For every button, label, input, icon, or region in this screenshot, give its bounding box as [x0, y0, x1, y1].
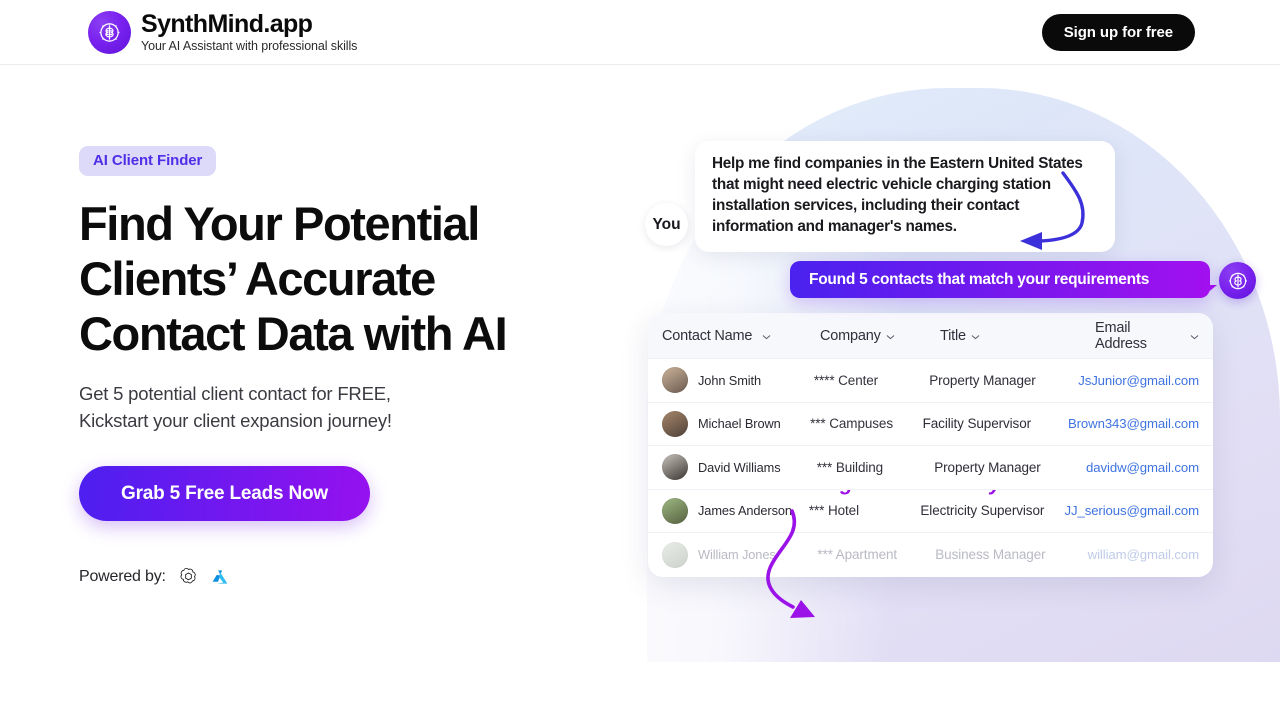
column-label: Company — [820, 327, 881, 344]
you-avatar-chip: You — [645, 203, 688, 246]
avatar — [662, 497, 688, 524]
powered-by-label: Powered by: — [79, 567, 166, 585]
contact-name-text: James Anderson — [698, 503, 792, 519]
brand-title: SynthMind.app — [141, 10, 313, 39]
contact-name-text: Michael Brown — [698, 416, 781, 432]
page-root: SynthMind.app Your AI Assistant with pro… — [0, 0, 1280, 720]
brand-tagline: Your AI Assistant with professional skil… — [141, 38, 358, 53]
cell-email[interactable]: davidw@gmail.com — [1086, 460, 1199, 475]
chevron-down-icon[interactable] — [886, 328, 895, 344]
brand-logo[interactable]: SynthMind.app Your AI Assistant with pro… — [88, 11, 357, 54]
column-label: Email Address — [1095, 319, 1147, 352]
table-row[interactable]: Michael Brown *** Campuses Facility Supe… — [648, 403, 1213, 446]
ai-message-bubble: Found 5 contacts that match your require… — [790, 261, 1217, 298]
powered-by: Powered by: — [79, 567, 599, 586]
column-header-contact-name[interactable]: Contact Name — [662, 328, 820, 344]
contact-name-text: William Jones — [698, 547, 776, 563]
avatar — [662, 541, 688, 568]
contact-name-text: John Smith — [698, 372, 762, 388]
openai-icon — [179, 567, 198, 586]
hero-subtitle-line1: Get 5 potential client contact for FREE, — [79, 382, 391, 404]
signup-button[interactable]: Sign up for free — [1041, 14, 1195, 51]
cell-contact-name: William Jones — [662, 541, 817, 568]
cell-company: *** Campuses — [810, 416, 893, 432]
cell-title: Property Manager — [929, 372, 1036, 388]
column-header-company[interactable]: Company — [820, 328, 940, 344]
cell-title: Property Manager — [934, 459, 1041, 475]
user-message-bubble: Help me find companies in the Eastern Un… — [695, 141, 1115, 252]
chevron-down-icon[interactable] — [1190, 328, 1199, 344]
cell-title: Facility Supervisor — [922, 416, 1032, 432]
user-message-text: Help me find companies in the Eastern Un… — [712, 155, 1083, 235]
avatar — [662, 410, 688, 437]
cell-contact-name: James Anderson — [662, 497, 809, 524]
brain-gear-icon — [88, 11, 131, 54]
chevron-down-icon[interactable] — [762, 328, 771, 344]
table-header-row: Contact Name Company Title Email Address — [648, 313, 1213, 359]
table-row[interactable]: John Smith **** Center Property Manager … — [648, 359, 1213, 403]
cell-email[interactable]: JJ_serious@gmail.com — [1064, 503, 1199, 518]
annotation-top-text: Just Chat with AI Assistant — [930, 75, 1217, 80]
avatar — [662, 454, 688, 481]
chevron-down-icon[interactable] — [971, 328, 980, 344]
cell-contact-name: Michael Brown — [662, 410, 810, 437]
cell-title: Business Manager — [935, 547, 1046, 563]
grab-free-leads-button[interactable]: Grab 5 Free Leads Now — [79, 466, 370, 522]
hero-section: AI Client Finder Find Your Potential Cli… — [79, 146, 599, 586]
page-title: Find Your Potential Clients’ Accurate Co… — [79, 197, 508, 361]
table-row[interactable]: James Anderson *** Hotel Electricity Sup… — [648, 490, 1213, 533]
cell-email[interactable]: JsJunior@gmail.com — [1078, 373, 1199, 388]
cell-company: *** Hotel — [808, 503, 859, 519]
cell-company: *** Building — [816, 459, 884, 475]
table-row[interactable]: William Jones *** Apartment Business Man… — [648, 533, 1213, 577]
column-label: Title — [940, 327, 966, 344]
hero-badge: AI Client Finder — [79, 146, 217, 176]
column-header-email-address[interactable]: Email Address — [1095, 320, 1199, 352]
site-header: SynthMind.app Your AI Assistant with pro… — [0, 0, 1280, 65]
hero-illustration: You Help me find companies in the Easter… — [600, 0, 1280, 720]
azure-icon — [211, 568, 229, 586]
hero-subtitle-line2: Kickstart your client expansion journey! — [79, 410, 392, 432]
column-label: Contact Name — [662, 327, 753, 344]
hero-subtitle: Get 5 potential client contact for FREE,… — [79, 380, 519, 435]
cell-email[interactable]: Brown343@gmail.com — [1068, 416, 1199, 431]
column-header-title[interactable]: Title — [940, 328, 1095, 344]
cell-email[interactable]: william@gmail.com — [1088, 547, 1199, 562]
table-row[interactable]: David Williams *** Building Property Man… — [648, 446, 1213, 490]
ai-avatar — [1219, 262, 1256, 299]
cell-contact-name: John Smith — [662, 367, 814, 394]
cell-contact-name: David Williams — [662, 454, 817, 481]
contacts-table: Contact Name Company Title Email Address… — [648, 313, 1213, 577]
avatar — [662, 367, 688, 394]
cell-company: **** Center — [813, 372, 879, 388]
cell-company: *** Apartment — [817, 547, 898, 563]
contact-name-text: David Williams — [698, 459, 781, 475]
cell-title: Electricity Supervisor — [920, 503, 1045, 519]
